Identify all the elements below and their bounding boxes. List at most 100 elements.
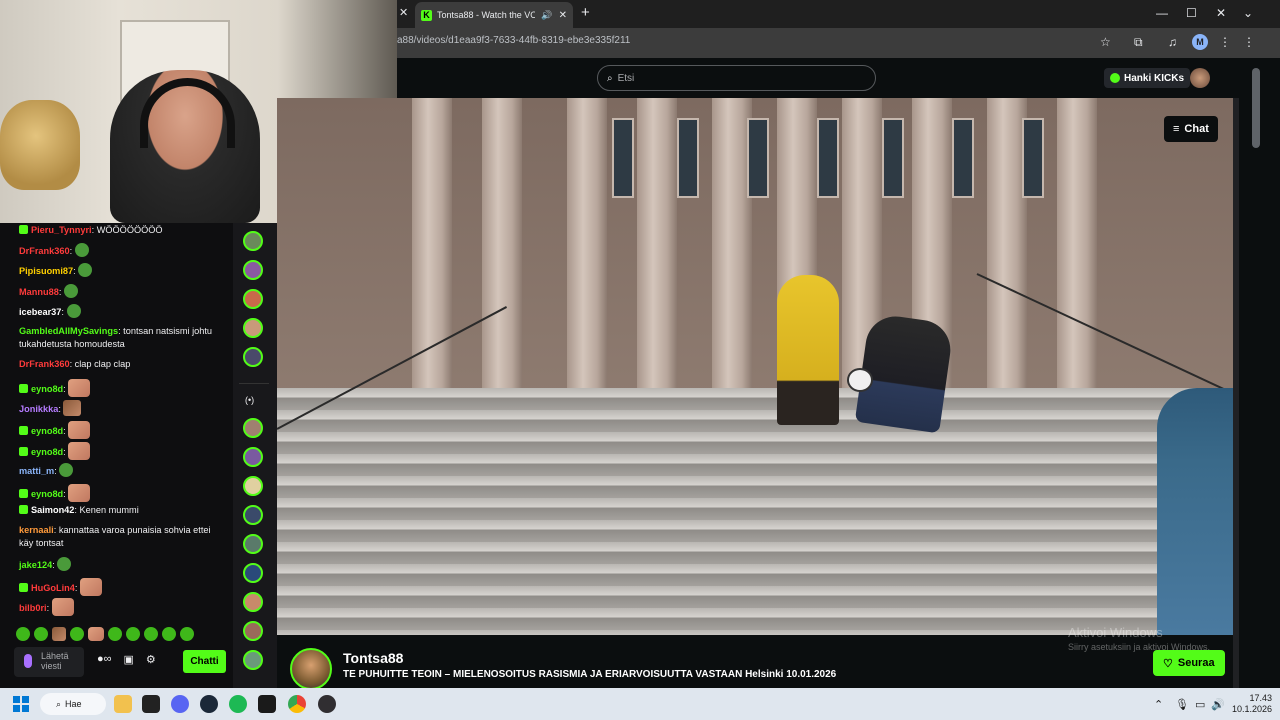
search-input[interactable]: ⌕ Etsi <box>597 65 876 91</box>
tab-kick-vod[interactable]: K Tontsa88 - Watch the VOD 🔊 ✕ <box>415 2 573 28</box>
send-chat-button[interactable]: Chatti <box>183 650 226 673</box>
user-avatar[interactable] <box>1190 68 1210 88</box>
infinity-icon[interactable]: ●∞ <box>97 653 112 666</box>
channel-avatar[interactable] <box>243 231 263 251</box>
profile-avatar[interactable]: M <box>1192 34 1208 50</box>
tray-chevron-icon[interactable]: ⌃ <box>1154 698 1163 711</box>
chat-username[interactable]: Pipisuomi87 <box>19 266 73 276</box>
chat-username[interactable]: jake124 <box>19 560 52 570</box>
app-n-icon[interactable] <box>258 695 276 713</box>
chat-panel: Pieru_Tynnyri: WÖÖÖÖÖÖÖÖ DrFrank360: Pipi… <box>0 223 233 688</box>
windows-start-icon[interactable] <box>13 696 29 712</box>
bookmark-star-icon[interactable]: ☆ <box>1100 35 1111 49</box>
gift-icon[interactable]: ▣ <box>124 653 134 666</box>
channel-avatar[interactable] <box>243 260 263 280</box>
channel-avatar[interactable] <box>243 563 263 583</box>
volume-icon[interactable]: 🔊 <box>1211 698 1225 711</box>
emote-icon[interactable] <box>16 627 30 641</box>
channel-avatar[interactable] <box>243 650 263 670</box>
subscriber-badge-icon <box>19 505 28 514</box>
emote-icon[interactable] <box>144 627 158 641</box>
channel-avatar[interactable] <box>243 621 263 641</box>
side-menu-icon[interactable]: ⋮ <box>1243 35 1255 49</box>
maximize-icon[interactable]: ☐ <box>1186 6 1197 20</box>
video-player[interactable]: ≡ Chat <box>277 98 1233 635</box>
emote-icon[interactable] <box>162 627 176 641</box>
spotify-icon[interactable] <box>229 695 247 713</box>
pepe-emote-icon <box>74 243 89 257</box>
scrollbar-thumb[interactable] <box>1252 68 1260 148</box>
chat-username[interactable]: DrFrank360 <box>19 246 70 256</box>
speaker-icon[interactable]: 🔊 <box>541 10 552 21</box>
channel-avatar[interactable] <box>243 318 263 338</box>
chat-username[interactable]: bilb0ri <box>19 603 47 613</box>
streamer-avatar[interactable] <box>290 648 332 690</box>
chat-button-label: Chat <box>1184 123 1209 135</box>
emote-icon[interactable] <box>70 627 84 641</box>
chat-username[interactable]: Mannu88 <box>19 287 59 297</box>
chat-username[interactable]: Pieru_Tynnyri <box>31 225 92 235</box>
discord-icon[interactable] <box>171 695 189 713</box>
chat-username[interactable]: Saimon42 <box>31 505 74 515</box>
followed-channels-rail: (•) <box>233 223 277 688</box>
emote-icon[interactable] <box>34 627 48 641</box>
chat-username[interactable]: icebear37 <box>19 307 61 317</box>
new-tab-icon[interactable]: + <box>581 4 590 21</box>
chat-message: eyno8d: <box>19 379 219 397</box>
channel-avatar[interactable] <box>243 505 263 525</box>
channel-avatar[interactable] <box>243 534 263 554</box>
channel-avatar[interactable] <box>243 447 263 467</box>
obs-icon[interactable] <box>318 695 336 713</box>
steam-icon[interactable] <box>200 695 218 713</box>
url-text[interactable]: a88/videos/d1eaa9f3-7633-44fb-8319-ebe3e… <box>397 35 630 46</box>
streamer-name[interactable]: Tontsa88 <box>343 650 403 666</box>
microphone-icon[interactable]: 🎙 <box>1175 698 1189 711</box>
kebab-menu-icon[interactable]: ⋮ <box>1219 35 1231 49</box>
chat-username[interactable]: eyno8d <box>31 447 63 457</box>
channel-avatar[interactable] <box>243 347 263 367</box>
app-x-icon[interactable] <box>142 695 160 713</box>
subscriber-badge-icon <box>19 384 28 393</box>
chat-username[interactable]: DrFrank360 <box>19 359 70 369</box>
chat-username[interactable]: eyno8d <box>31 384 63 394</box>
chat-input[interactable]: Lähetä viesti <box>14 647 84 677</box>
get-kicks-label: Hanki KICKs <box>1124 72 1185 84</box>
video-window <box>612 118 634 198</box>
chrome-menu-icon[interactable]: ⌄ <box>1243 6 1253 20</box>
network-icon[interactable]: ▭ <box>1195 698 1205 711</box>
media-control-icon[interactable]: ♫ <box>1168 35 1177 49</box>
file-explorer-icon[interactable] <box>114 695 132 713</box>
page-scrollbar[interactable] <box>1239 58 1280 688</box>
video-window <box>952 118 974 198</box>
follow-button[interactable]: ♡ Seuraa <box>1153 650 1225 676</box>
emote-icon[interactable] <box>180 627 194 641</box>
tab-close-icon[interactable]: ✕ <box>559 10 567 21</box>
chat-username[interactable]: eyno8d <box>31 489 63 499</box>
minimize-icon[interactable]: — <box>1156 6 1168 20</box>
taskbar-search[interactable]: ⌕ Hae <box>40 693 106 715</box>
emote-icon[interactable] <box>88 627 104 641</box>
chat-username[interactable]: kernaali <box>19 525 54 535</box>
emote-icon[interactable] <box>126 627 140 641</box>
chat-username[interactable]: Jonikkka <box>19 404 58 414</box>
settings-icon[interactable]: ⚙ <box>146 653 156 666</box>
taskbar-clock[interactable]: 17.43 10.1.2026 <box>1232 693 1272 715</box>
close-icon[interactable]: ✕ <box>399 6 408 19</box>
channel-avatar[interactable] <box>243 476 263 496</box>
emote-icon[interactable] <box>52 627 66 641</box>
chrome-icon[interactable] <box>288 695 306 713</box>
toggle-chat-button[interactable]: ≡ Chat <box>1164 116 1218 142</box>
window-close-icon[interactable]: ✕ <box>1216 6 1226 20</box>
channel-avatar[interactable] <box>243 592 263 612</box>
extensions-icon[interactable]: ⧉ <box>1134 35 1143 50</box>
channel-avatar[interactable] <box>243 289 263 309</box>
get-kicks-button[interactable]: Hanki KICKs <box>1104 68 1191 88</box>
activate-windows-title: Aktivoi Windows <box>1068 625 1163 640</box>
channel-avatar[interactable] <box>243 418 263 438</box>
chat-username[interactable]: matti_m <box>19 466 54 476</box>
chat-username[interactable]: GambledAllMySavings <box>19 326 118 336</box>
hand-emote-icon <box>68 442 91 460</box>
chat-username[interactable]: HuGoLin4 <box>31 583 75 593</box>
chat-username[interactable]: eyno8d <box>31 426 63 436</box>
emote-icon[interactable] <box>108 627 122 641</box>
